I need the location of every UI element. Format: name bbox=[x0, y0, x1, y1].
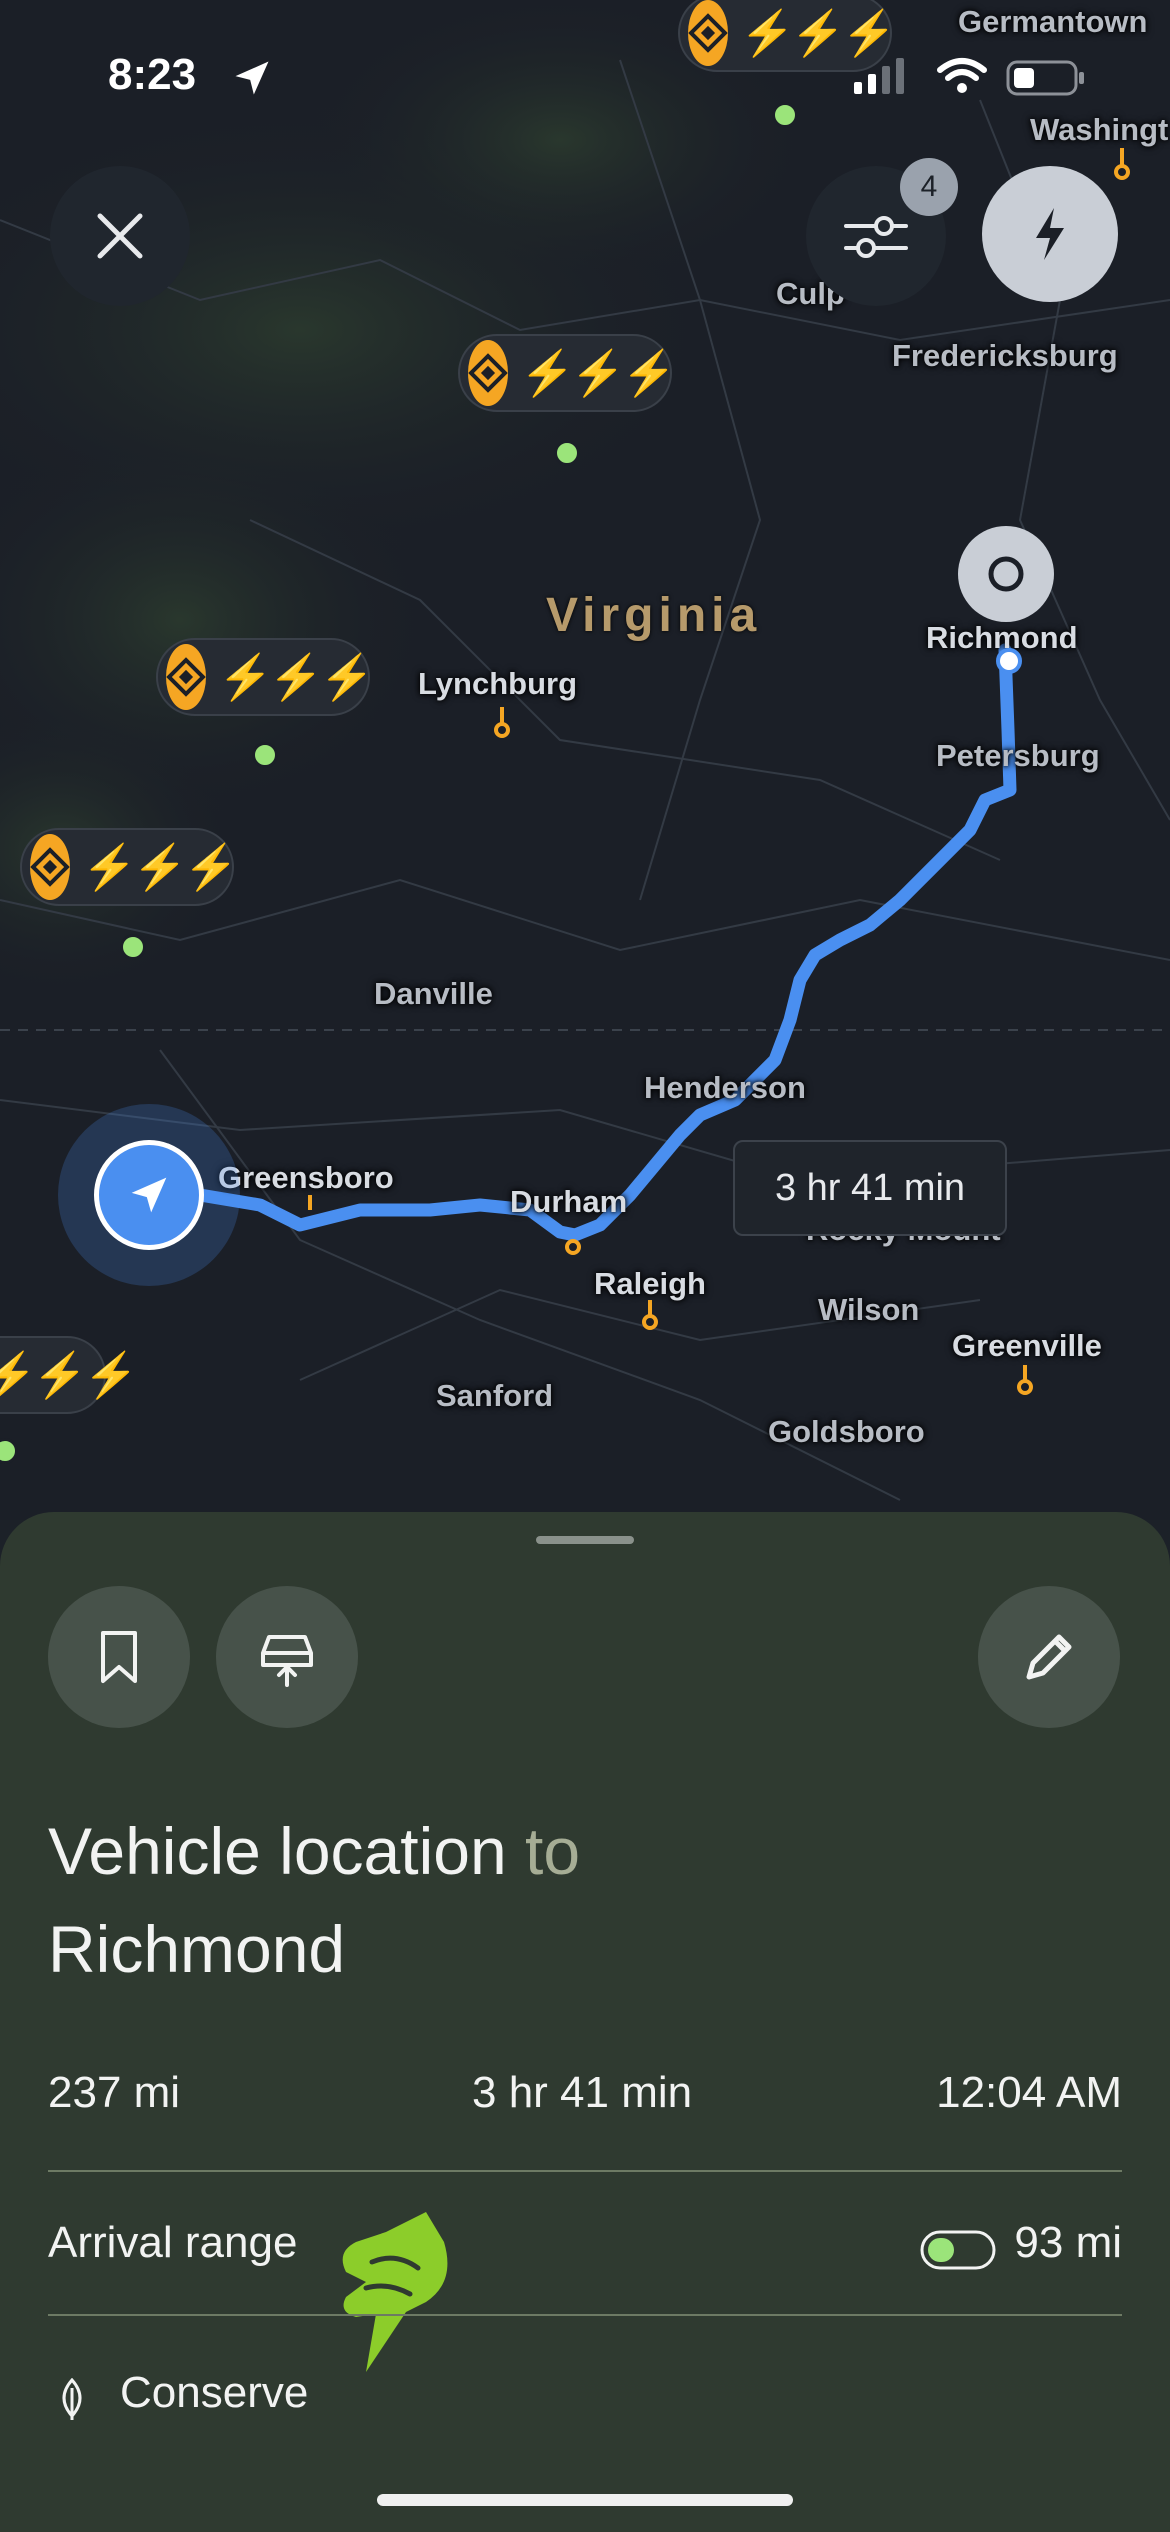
divider bbox=[48, 2170, 1122, 2172]
bookmark-icon bbox=[101, 1631, 137, 1683]
battery-icon bbox=[1006, 60, 1084, 96]
charger-logo-icon bbox=[468, 340, 508, 406]
city-goldsboro: Goldsboro bbox=[768, 1414, 925, 1449]
pencil-icon bbox=[1026, 1634, 1072, 1680]
filter-count-badge: 4 bbox=[900, 158, 958, 216]
arrival-time-value: 12:04 AM bbox=[936, 2068, 1122, 2117]
charger-dot bbox=[120, 934, 146, 960]
location-arrow-icon bbox=[235, 61, 269, 95]
status-time: 8:23 bbox=[108, 50, 197, 99]
charger-logo-icon bbox=[166, 644, 206, 710]
close-icon bbox=[97, 213, 143, 259]
origin-label: Vehicle location bbox=[48, 1814, 507, 1888]
car-upload-icon bbox=[261, 1635, 313, 1687]
battery-range-icon bbox=[920, 2230, 996, 2270]
city-greenville: Greenville bbox=[952, 1328, 1102, 1363]
leaf-icon bbox=[62, 2378, 82, 2420]
save-route-button[interactable] bbox=[48, 1586, 190, 1728]
connector-label: to bbox=[525, 1814, 581, 1888]
route-title: Vehicle location to Richmond bbox=[48, 1802, 580, 1998]
divider bbox=[48, 2314, 1122, 2316]
destination-pin[interactable] bbox=[958, 526, 1054, 622]
current-location-marker[interactable] bbox=[94, 1140, 204, 1250]
city-greensboro: Greensboro bbox=[218, 1160, 394, 1195]
route-sheet[interactable]: Vehicle location to Richmond 237 mi 3 hr… bbox=[0, 1512, 1170, 2532]
charger-marker[interactable]: ⚡⚡⚡ bbox=[20, 828, 238, 906]
bolt-icon: ⚡⚡⚡ bbox=[520, 349, 676, 398]
city-durham: Durham bbox=[510, 1184, 628, 1219]
route-duration-callout[interactable]: 3 hr 41 min bbox=[733, 1140, 1007, 1236]
close-button[interactable] bbox=[50, 166, 190, 306]
city-wilson: Wilson bbox=[818, 1292, 920, 1327]
navigation-arrow-icon bbox=[131, 1177, 167, 1213]
charging-button[interactable] bbox=[982, 166, 1118, 302]
charger-dot bbox=[554, 440, 580, 466]
city-danville: Danville bbox=[374, 976, 493, 1011]
home-indicator[interactable] bbox=[377, 2494, 793, 2506]
city-henderson: Henderson bbox=[644, 1070, 806, 1105]
bolt-icon: ⚡⚡⚡ bbox=[0, 1351, 138, 1400]
bolt-icon: ⚡⚡⚡ bbox=[218, 653, 374, 702]
arrival-range-label: Arrival range bbox=[48, 2218, 298, 2267]
charger-logo-icon bbox=[30, 834, 70, 900]
charger-marker[interactable]: ⚡⚡⚡ bbox=[458, 334, 676, 412]
charger-marker[interactable]: ⚡⚡⚡ bbox=[156, 638, 374, 716]
city-sanford: Sanford bbox=[436, 1378, 554, 1413]
arrival-range-value: 93 mi bbox=[1014, 2218, 1122, 2267]
send-to-vehicle-button[interactable] bbox=[216, 1586, 358, 1728]
city-petersburg: Petersburg bbox=[936, 738, 1100, 773]
charger-dot bbox=[772, 102, 798, 128]
bolt-icon: ⚡⚡⚡ bbox=[82, 843, 238, 892]
duration-value: 3 hr 41 min bbox=[472, 2068, 693, 2117]
charger-marker[interactable]: ⚡⚡⚡ bbox=[678, 0, 896, 72]
distance-value: 237 mi bbox=[48, 2068, 181, 2117]
sliders-icon bbox=[844, 216, 908, 258]
destination-label: Richmond bbox=[48, 1912, 346, 1986]
drive-mode-label[interactable]: Conserve bbox=[120, 2368, 308, 2418]
bolt-icon: ⚡⚡⚡ bbox=[740, 9, 896, 58]
city-lynchburg: Lynchburg bbox=[418, 666, 578, 701]
region-label: Virginia bbox=[546, 589, 762, 642]
route-end-dot bbox=[996, 648, 1022, 674]
city-germantown: Germantown bbox=[958, 4, 1148, 39]
route-stats: 237 mi 3 hr 41 min 12:04 AM bbox=[48, 2068, 1122, 2138]
charger-dot bbox=[252, 742, 278, 768]
city-washington: Washingt bbox=[1030, 112, 1169, 147]
pointing-hand-icon bbox=[342, 2212, 448, 2372]
charger-logo-icon bbox=[688, 0, 728, 66]
charger-marker[interactable]: ⚡⚡⚡ bbox=[0, 1336, 138, 1414]
bolt-icon bbox=[1036, 208, 1064, 260]
map-view[interactable]: 8:23 Virginia Germantown Washingt Freder… bbox=[0, 0, 1170, 1520]
wifi-icon bbox=[937, 58, 987, 93]
sheet-handle[interactable] bbox=[536, 1536, 634, 1544]
edit-route-button[interactable] bbox=[978, 1586, 1120, 1728]
city-fredericksburg: Fredericksburg bbox=[892, 338, 1118, 373]
current-location-halo bbox=[58, 1104, 240, 1286]
target-icon bbox=[988, 556, 1024, 592]
city-raleigh: Raleigh bbox=[594, 1266, 706, 1301]
